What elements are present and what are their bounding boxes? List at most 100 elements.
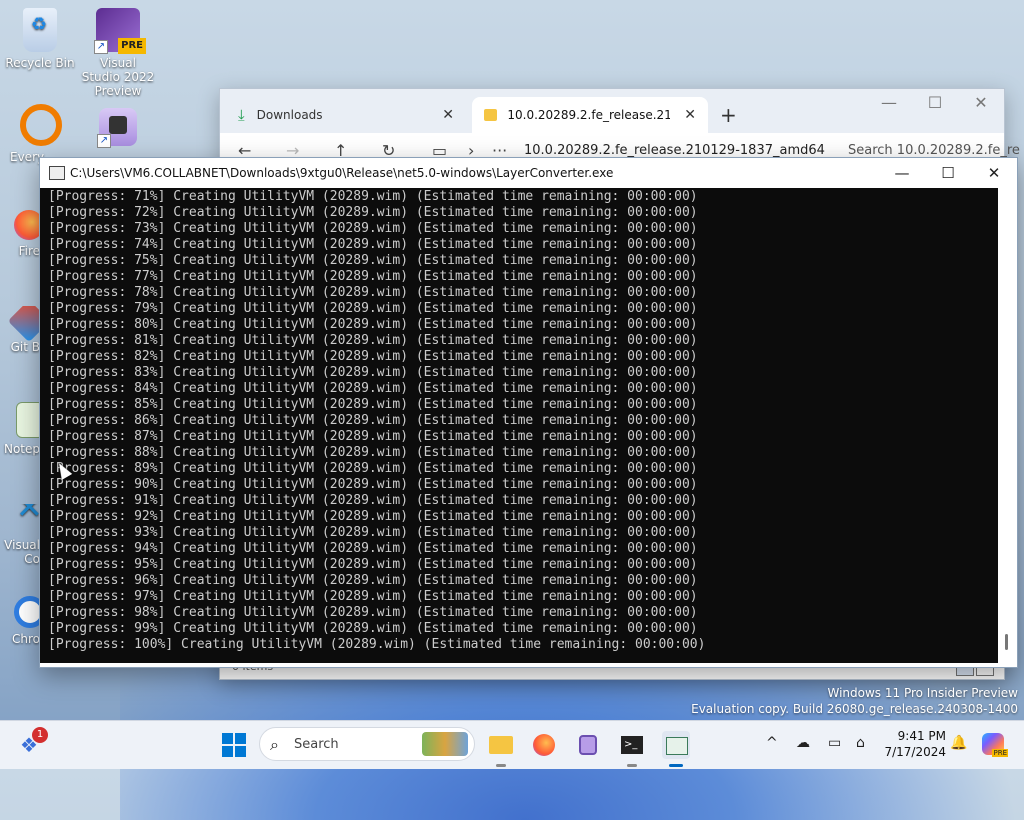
desktop-icon-label: Fire (18, 244, 40, 258)
copilot-icon[interactable]: PRE (982, 733, 1008, 757)
taskbar-file-explorer[interactable] (487, 731, 515, 767)
taskbar-firefox[interactable] (530, 731, 558, 759)
desktop-icon-git-bash[interactable]: Git B (0, 306, 40, 354)
console-line: [Progress: 78%] Creating UtilityVM (2028… (48, 285, 698, 300)
console-line: [Progress: 74%] Creating UtilityVM (2028… (48, 237, 698, 252)
folder-icon (484, 109, 498, 121)
close-button[interactable]: ✕ (971, 161, 1017, 185)
search-label: Search (294, 737, 339, 752)
display-icon[interactable]: ▭ (828, 735, 841, 751)
console-line: [Progress: 80%] Creating UtilityVM (2028… (48, 317, 698, 332)
app-icon (579, 735, 597, 755)
widgets-button[interactable]: ❖ 1 (18, 727, 48, 759)
notification-bell-icon[interactable]: 🔔 (950, 735, 967, 751)
taskbar-terminal[interactable]: >_ (618, 731, 646, 767)
visual-studio-icon: PRE ↗ (94, 8, 146, 54)
notification-badge: 1 (32, 727, 48, 743)
console-output[interactable]: [Progress: 71%] Creating UtilityVM (2028… (40, 188, 998, 663)
tab-close-icon[interactable]: ✕ (442, 107, 454, 123)
active-indicator (669, 764, 683, 767)
minimize-button[interactable]: — (879, 161, 925, 185)
maximize-button[interactable]: ☐ (912, 93, 958, 112)
desktop-icon-notepad[interactable]: Notep (0, 402, 40, 456)
tab-label: Downloads (256, 108, 323, 122)
console-lines: [Progress: 71%] Creating UtilityVM (2028… (48, 189, 705, 653)
console-line: [Progress: 72%] Creating UtilityVM (2028… (48, 205, 698, 220)
close-button[interactable]: ✕ (958, 93, 1004, 112)
desktop-icon-label: Chro (12, 632, 40, 646)
console-line: [Progress: 85%] Creating UtilityVM (2028… (48, 397, 698, 412)
desktop-icon-label: Recycle Bin (5, 56, 75, 70)
folder-icon (489, 736, 513, 754)
desktop-icon-chrome[interactable]: Chro (0, 596, 40, 646)
address-bar[interactable]: 10.0.20289.2.fe_release.210129-1837_amd6… (524, 143, 825, 158)
start-button[interactable] (220, 731, 248, 759)
git-bash-icon (7, 306, 40, 343)
firefox-icon (533, 734, 555, 756)
console-line: [Progress: 94%] Creating UtilityVM (2028… (48, 541, 698, 556)
desktop-icon-label: Notep (3, 442, 40, 456)
console-app-icon (666, 737, 688, 755)
console-app-icon (49, 166, 65, 180)
console-line: [Progress: 90%] Creating UtilityVM (2028… (48, 477, 698, 492)
desktop-icon-visual-studio[interactable]: PRE ↗ Visual Studio 2022 Preview (80, 8, 156, 98)
console-line: [Progress: 86%] Creating UtilityVM (2028… (48, 413, 698, 428)
tray-overflow-chevron-icon[interactable]: ^ (766, 735, 778, 751)
watermark-edition: Windows 11 Pro Insider Preview (827, 686, 1018, 700)
taskbar-layer-converter[interactable] (662, 731, 690, 767)
console-line: [Progress: 96%] Creating UtilityVM (2028… (48, 573, 698, 588)
console-line: [Progress: 77%] Creating UtilityVM (2028… (48, 269, 698, 284)
desktop-icon-label: Visual Co (4, 538, 40, 566)
desktop-icon-firefox[interactable]: Fire (0, 210, 40, 258)
notepad-icon (16, 402, 40, 438)
scrollbar-thumb[interactable] (1005, 634, 1008, 650)
clock-time: 9:41 PM (897, 729, 946, 743)
console-titlebar[interactable]: C:\Users\VM6.COLLABNET\Downloads\9xtgu0\… (40, 158, 1017, 187)
console-line: [Progress: 91%] Creating UtilityVM (2028… (48, 493, 698, 508)
terminal-icon: >_ (621, 736, 643, 754)
console-line: [Progress: 79%] Creating UtilityVM (2028… (48, 301, 698, 316)
tab-close-icon[interactable]: ✕ (684, 107, 696, 123)
console-line: [Progress: 99%] Creating UtilityVM (2028… (48, 621, 698, 636)
windows-logo-icon (222, 733, 246, 757)
console-line: [Progress: 82%] Creating UtilityVM (2028… (48, 349, 698, 364)
console-scrollbar[interactable] (998, 188, 1016, 663)
shortcut-arrow-icon: ↗ (94, 40, 108, 54)
desktop-icon-label: Visual Studio 2022 Preview (81, 56, 155, 98)
desktop-icon-app[interactable]: ↗ (80, 108, 156, 150)
console-line: [Progress: 89%] Creating UtilityVM (2028… (48, 461, 698, 476)
console-line: [Progress: 92%] Creating UtilityVM (2028… (48, 509, 698, 524)
magnifier-icon (20, 104, 62, 146)
console-line: [Progress: 81%] Creating UtilityVM (2028… (48, 333, 698, 348)
shortcut-arrow-icon: ↗ (97, 134, 111, 148)
maximize-button[interactable]: ☐ (925, 161, 971, 185)
taskbar: ❖ 1 ⌕ Search >_ ^ ☁ ▭ ⌂ 9:41 PM 7/17/202… (0, 720, 1024, 769)
watermark-build: Evaluation copy. Build 26080.ge_release.… (691, 702, 1018, 716)
search-input[interactable]: Search 10.0.20289.2.fe_re (848, 143, 1020, 158)
console-line: [Progress: 71%] Creating UtilityVM (2028… (48, 189, 698, 204)
network-icon[interactable]: ⌂ (856, 735, 865, 751)
chrome-icon (14, 596, 40, 628)
clock-date: 7/17/2024 (884, 745, 946, 759)
console-line: [Progress: 98%] Creating UtilityVM (2028… (48, 605, 698, 620)
minimize-button[interactable]: — (866, 93, 912, 112)
search-highlight-icon (422, 732, 468, 756)
onedrive-offline-icon[interactable]: ☁ (796, 735, 810, 751)
console-line: [Progress: 100%] Creating UtilityVM (202… (48, 637, 706, 652)
desktop-icon-everything[interactable]: Every (2, 104, 78, 164)
tab-release-folder[interactable]: 10.0.20289.2.fe_release.210129 ✕ (472, 97, 708, 133)
console-line: [Progress: 73%] Creating UtilityVM (2028… (48, 221, 698, 236)
pre-badge: PRE (118, 38, 146, 54)
explorer-tabstrip: ⤓ Downloads ✕ 10.0.20289.2.fe_release.21… (220, 89, 1004, 133)
taskbar-app[interactable] (574, 731, 602, 759)
tab-downloads[interactable]: ⤓ Downloads ✕ (226, 97, 466, 133)
clock[interactable]: 9:41 PM 7/17/2024 (880, 728, 946, 760)
desktop-icon-vscode[interactable]: ✕ Visual Co (0, 504, 40, 566)
taskbar-search[interactable]: ⌕ Search (259, 727, 475, 761)
new-tab-button[interactable]: + (720, 103, 737, 127)
tab-label: 10.0.20289.2.fe_release.210129 (507, 108, 671, 122)
desktop-icon-recycle-bin[interactable]: ♻ Recycle Bin (2, 8, 78, 70)
console-line: [Progress: 88%] Creating UtilityVM (2028… (48, 445, 698, 460)
console-window[interactable]: C:\Users\VM6.COLLABNET\Downloads\9xtgu0\… (39, 157, 1018, 668)
download-icon: ⤓ (238, 106, 245, 124)
